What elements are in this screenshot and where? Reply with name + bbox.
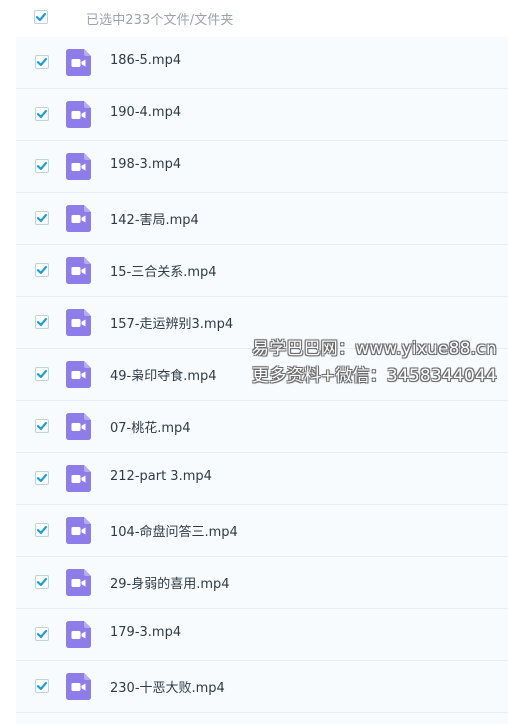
video-file-icon xyxy=(66,569,91,596)
file-row[interactable]: 29-身弱的喜用.mp4 xyxy=(16,557,508,609)
file-name[interactable]: 186-5.mp4 xyxy=(110,53,181,68)
check-icon xyxy=(36,473,48,483)
file-name[interactable]: 212-part 3.mp4 xyxy=(110,469,212,484)
file-row[interactable]: 186-5.mp4 xyxy=(16,37,508,89)
check-icon xyxy=(36,317,48,327)
check-icon xyxy=(35,12,47,22)
file-checkbox[interactable] xyxy=(35,419,49,433)
file-checkbox[interactable] xyxy=(35,471,49,485)
check-icon xyxy=(36,629,48,639)
video-file-icon xyxy=(66,257,91,284)
file-row[interactable]: 212-part 3.mp4 xyxy=(16,453,508,505)
video-file-icon xyxy=(66,413,91,440)
check-icon xyxy=(36,109,48,119)
file-row[interactable]: 179-3.mp4 xyxy=(16,609,508,661)
video-file-icon xyxy=(66,309,91,336)
watermark-line-2: 更多资料+微信：3458344044 xyxy=(252,366,498,386)
check-icon xyxy=(36,161,48,171)
video-file-icon xyxy=(66,49,91,76)
check-icon xyxy=(36,681,48,691)
selection-count-text: 已选中233个文件/文件夹 xyxy=(86,13,234,28)
file-name[interactable]: 198-3.mp4 xyxy=(110,157,181,172)
file-checkbox[interactable] xyxy=(35,367,49,381)
file-checkbox[interactable] xyxy=(35,55,49,69)
file-row[interactable]: 190-4.mp4 xyxy=(16,89,508,141)
video-file-icon xyxy=(66,361,91,388)
file-name[interactable]: 104-命盘问答三.mp4 xyxy=(110,521,238,540)
video-file-icon xyxy=(66,101,91,128)
check-icon xyxy=(36,369,48,379)
file-checkbox[interactable] xyxy=(35,211,49,225)
file-name[interactable]: 230-十恶大败.mp4 xyxy=(110,677,225,696)
file-row[interactable]: 15-三合关系.mp4 xyxy=(16,245,508,297)
check-icon xyxy=(36,525,48,535)
check-icon xyxy=(36,213,48,223)
file-name[interactable]: 07-桃花.mp4 xyxy=(110,417,191,436)
file-checkbox[interactable] xyxy=(35,107,49,121)
check-icon xyxy=(36,421,48,431)
select-all-checkbox[interactable] xyxy=(34,10,48,24)
file-row[interactable]: 104-命盘问答三.mp4 xyxy=(16,505,508,557)
file-name[interactable]: 179-3.mp4 xyxy=(110,625,181,640)
file-checkbox[interactable] xyxy=(35,523,49,537)
file-name[interactable]: 29-身弱的喜用.mp4 xyxy=(110,573,230,592)
video-file-icon xyxy=(66,465,91,492)
video-file-icon xyxy=(66,673,91,700)
file-name[interactable]: 157-走运辨别3.mp4 xyxy=(110,313,233,332)
check-icon xyxy=(36,57,48,67)
file-name[interactable]: 190-4.mp4 xyxy=(110,105,181,120)
file-checkbox[interactable] xyxy=(35,263,49,277)
video-file-icon xyxy=(66,153,91,180)
video-file-icon xyxy=(66,517,91,544)
check-icon xyxy=(36,577,48,587)
video-file-icon xyxy=(66,621,91,648)
file-row[interactable]: 230-十恶大败.mp4 xyxy=(16,661,508,713)
file-checkbox[interactable] xyxy=(35,315,49,329)
file-row[interactable]: 142-害局.mp4 xyxy=(16,193,508,245)
file-name[interactable]: 142-害局.mp4 xyxy=(110,209,199,228)
file-checkbox[interactable] xyxy=(35,575,49,589)
watermark-line-1: 易学巴巴网：www.yixue88.cn xyxy=(252,339,497,359)
watermark: 易学巴巴网：www.yixue88.cn 更多资料+微信：3458344044 xyxy=(252,336,497,390)
file-row[interactable]: 198-3.mp4 xyxy=(16,141,508,193)
file-checkbox[interactable] xyxy=(35,627,49,641)
selection-header: 已选中233个文件/文件夹 xyxy=(16,0,508,38)
file-name[interactable]: 49-枭印夺食.mp4 xyxy=(110,365,217,384)
file-name[interactable]: 15-三合关系.mp4 xyxy=(110,261,217,280)
file-row[interactable]: 07-桃花.mp4 xyxy=(16,401,508,453)
video-file-icon xyxy=(66,205,91,232)
check-icon xyxy=(36,265,48,275)
file-checkbox[interactable] xyxy=(35,679,49,693)
file-checkbox[interactable] xyxy=(35,159,49,173)
